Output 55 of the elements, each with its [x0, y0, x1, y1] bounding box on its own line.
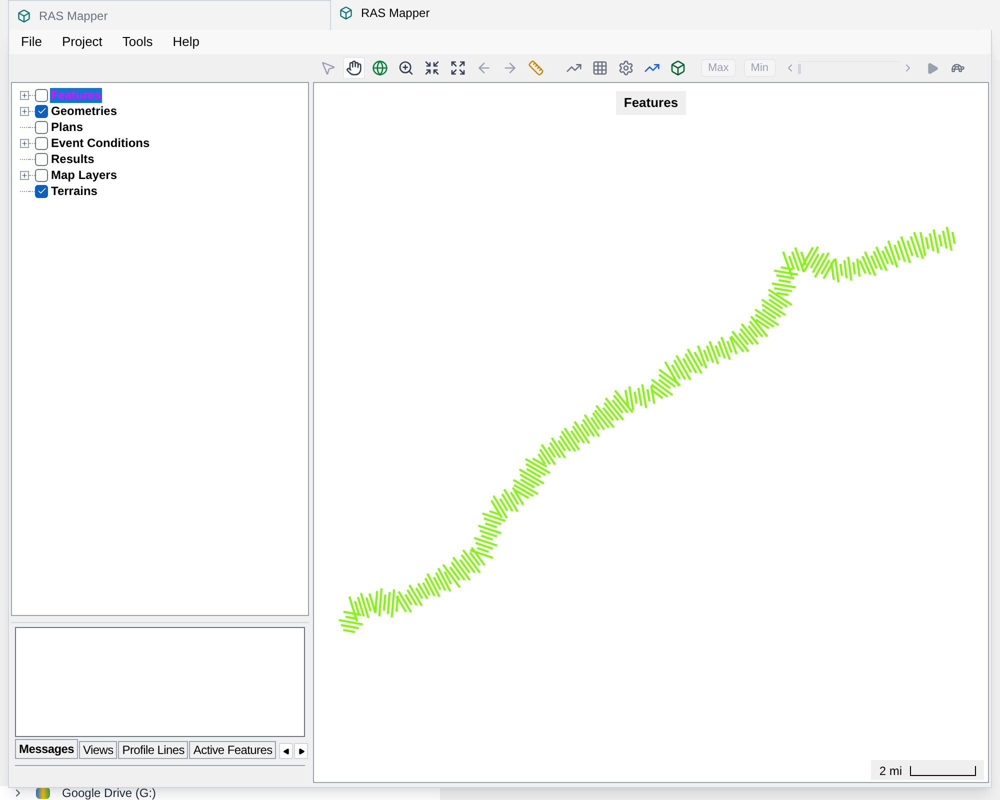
window-title: RAS Mapper: [39, 8, 108, 25]
layer-checkbox[interactable]: [35, 120, 48, 134]
scroll-left-button[interactable]: [279, 743, 294, 759]
map-title: Features: [616, 91, 686, 114]
play-icon: [926, 62, 939, 74]
panel-tab[interactable]: Profile Lines: [118, 741, 188, 759]
ruler-icon: [528, 60, 544, 76]
app-icon: [339, 6, 353, 20]
layer-checkbox[interactable]: [35, 104, 48, 118]
drive-icon: [36, 787, 50, 799]
menu-item[interactable]: Tools: [114, 31, 161, 53]
time-slider-track[interactable]: [798, 61, 900, 75]
panel-tab[interactable]: Messages: [15, 739, 78, 759]
expand-toggle[interactable]: [20, 138, 29, 148]
pointer-icon: [320, 60, 336, 76]
cube-icon: [670, 60, 686, 76]
grid-icon: [592, 60, 608, 76]
check-icon: [36, 106, 46, 116]
layer-checkbox[interactable]: [35, 152, 48, 166]
app-icon: [17, 9, 31, 23]
layer-label[interactable]: Map Layers: [50, 168, 118, 182]
gear-icon: [618, 60, 634, 76]
layer-label[interactable]: Geometries: [50, 104, 118, 118]
layer-label[interactable]: Results: [50, 152, 96, 166]
turtle-icon: [950, 61, 965, 75]
layer-label[interactable]: Event Conditions: [50, 136, 151, 150]
scroll-right-button[interactable]: [294, 743, 308, 759]
layer-checkbox[interactable]: [35, 168, 48, 182]
taskbar-label: Google Drive (G:): [62, 786, 156, 800]
panel-tab[interactable]: Views: [78, 741, 118, 759]
menu-item[interactable]: Help: [164, 31, 208, 53]
check-icon: [36, 186, 46, 196]
zoom-in-icon: [398, 60, 414, 76]
shrink-icon: [424, 60, 440, 76]
globe-icon: [372, 60, 388, 76]
toolbar-button[interactable]: [343, 57, 365, 79]
menu-item[interactable]: File: [13, 31, 50, 53]
expand-icon: [450, 60, 466, 76]
panel-tab[interactable]: Active Features: [189, 741, 276, 759]
scale-label: 2 mi: [879, 763, 902, 780]
menu-item[interactable]: Project: [54, 31, 110, 53]
layer-checkbox[interactable]: [35, 184, 48, 198]
window-title: RAS Mapper: [361, 5, 430, 22]
layer-label[interactable]: Plans: [50, 120, 84, 134]
triangle-left-icon: [282, 748, 290, 754]
hand-icon: [346, 60, 362, 76]
triangle-right-icon: [298, 748, 305, 754]
scale-bar-icon: [910, 766, 976, 776]
expand-toggle[interactable]: [20, 106, 29, 116]
layer-checkbox[interactable]: [35, 136, 48, 150]
expand-toggle[interactable]: [20, 90, 29, 100]
layer-label[interactable]: Terrains: [50, 184, 98, 198]
arrow-left-icon: [476, 60, 492, 76]
expand-toggle[interactable]: [20, 170, 29, 180]
layer-checkbox[interactable]: [35, 88, 48, 102]
